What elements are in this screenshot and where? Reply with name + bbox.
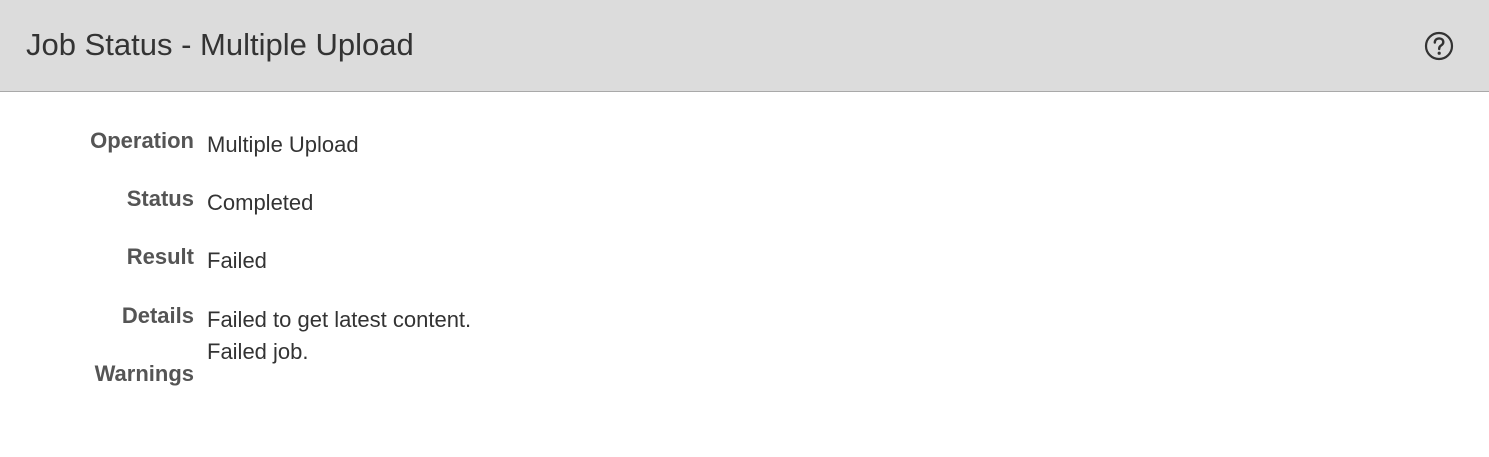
job-status-dialog: Job Status - Multiple Upload Operation M… [0,0,1489,457]
operation-label: Operation [90,128,194,153]
dialog-body: Operation Multiple Upload Status Complet… [0,92,1489,457]
status-label: Status [126,186,194,211]
dialog-header: Job Status - Multiple Upload [0,0,1489,92]
help-button[interactable] [1423,30,1455,62]
operation-value: Multiple Upload [207,132,359,157]
details-value: Failed to get latest content. Failed job… [207,304,471,368]
dialog-title: Job Status - Multiple Upload [26,27,414,62]
details-line: Failed to get latest content. [207,307,472,332]
result-value: Failed [207,248,267,273]
warnings-label: Warnings [94,361,194,386]
help-circle-icon [1423,30,1455,62]
details-line: Failed job. [207,339,309,364]
status-value: Completed [207,190,314,215]
result-label: Result [126,244,194,269]
details-label: Details [121,303,194,328]
